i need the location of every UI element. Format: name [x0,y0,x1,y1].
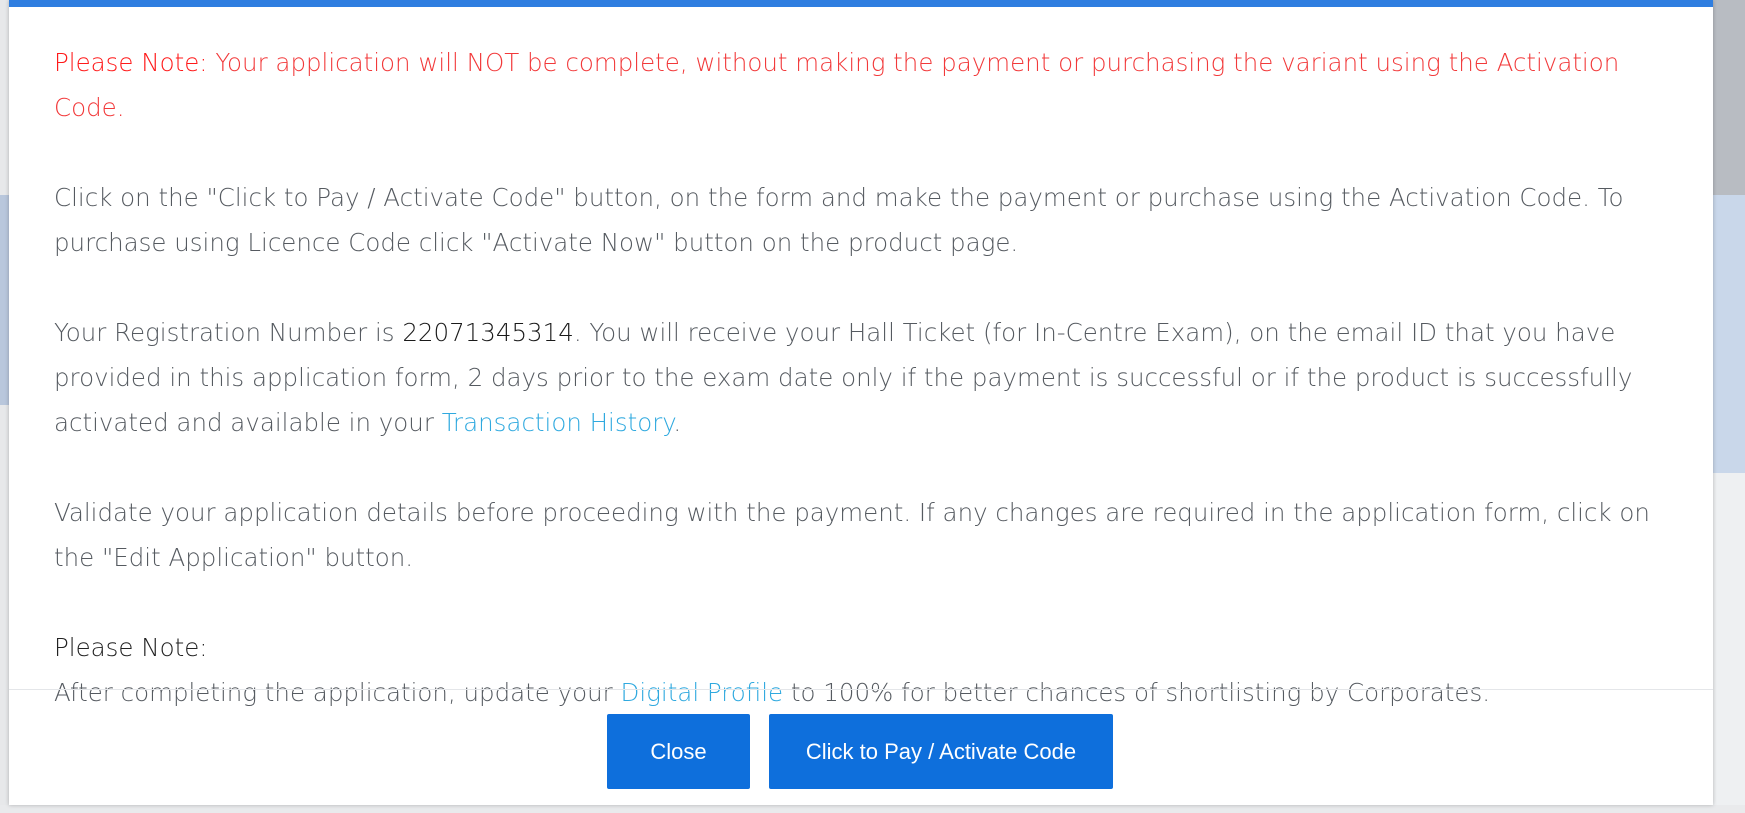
transaction-history-link[interactable]: Transaction History [442,408,674,437]
close-button[interactable]: Close [607,714,750,789]
profile-note-heading: Please Note: [54,633,208,662]
registration-suffix: . [673,408,682,437]
registration-prefix: Your Registration Number is [54,318,403,347]
registration-info: Your Registration Number is 22071345314.… [54,310,1674,445]
validate-instructions: Validate your application details before… [54,498,1650,572]
payment-info-modal: Please Note: Your application will NOT b… [9,0,1713,805]
pay-activate-button[interactable]: Click to Pay / Activate Code [769,714,1113,789]
warning-text: Your application will NOT be complete, w… [54,48,1620,122]
payment-warning: Please Note: Your application will NOT b… [54,40,1674,130]
modal-body: Please Note: Your application will NOT b… [54,40,1674,715]
warning-label: Please Note: [54,48,208,77]
pay-instructions: Click on the "Click to Pay / Activate Co… [54,183,1624,257]
modal-footer: Close Click to Pay / Activate Code [9,689,1713,813]
registration-number: 22071345314 [402,318,574,347]
